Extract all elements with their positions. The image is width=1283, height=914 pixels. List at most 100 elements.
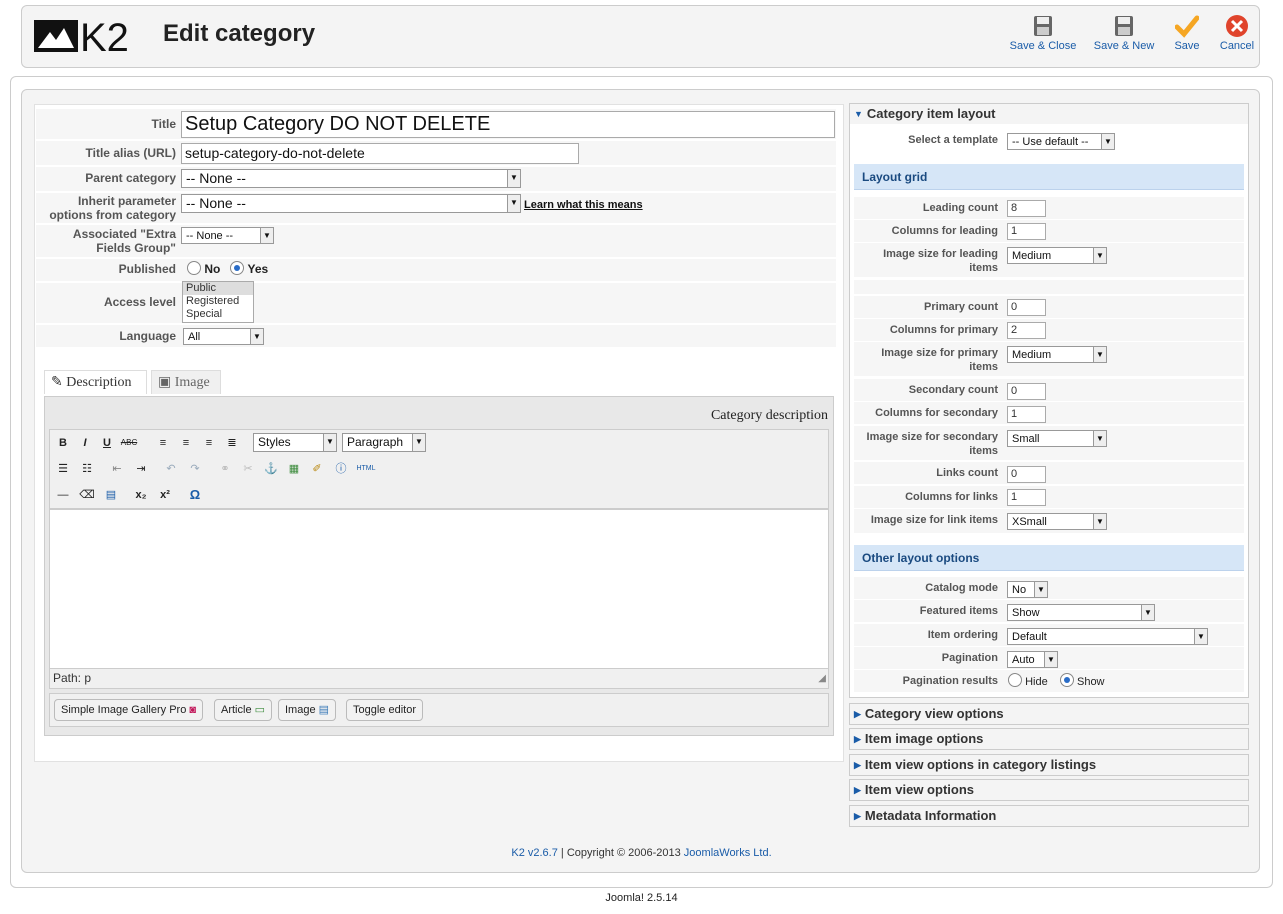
styles-select-value: Styles: [258, 435, 291, 449]
sigpro-button[interactable]: Simple Image Gallery Pro ◙: [54, 699, 204, 721]
insert-image-icon[interactable]: ▦: [285, 460, 303, 478]
unlink-icon[interactable]: ✂: [239, 460, 257, 478]
editor-content-area[interactable]: [49, 509, 829, 669]
styles-select[interactable]: Styles ▼: [253, 433, 337, 452]
redo-icon[interactable]: ↷: [186, 460, 204, 478]
cancel-button[interactable]: Cancel: [1197, 14, 1277, 64]
category-item-layout-header[interactable]: ▼ Category item layout: [849, 103, 1249, 125]
checkmark-icon: [1175, 15, 1199, 38]
parent-select[interactable]: -- None -- ▼: [181, 169, 521, 188]
cleanup-icon[interactable]: ✐: [308, 460, 326, 478]
item-view-listings-header[interactable]: ▶ Item view options in category listings: [849, 754, 1249, 776]
img-secondary-select[interactable]: Small ▼: [1007, 430, 1107, 447]
published-no-label: No: [204, 262, 221, 276]
leading-count-input[interactable]: 8: [1007, 200, 1046, 217]
help-icon[interactable]: ⓘ: [332, 460, 350, 478]
item-image-options-header[interactable]: ▶ Item image options: [849, 728, 1249, 750]
pag-hide-radio[interactable]: [1008, 673, 1022, 687]
item-layout-label: Category item layout: [866, 106, 996, 121]
ordering-select[interactable]: Default ▼: [1007, 628, 1208, 645]
access-option-registered[interactable]: Registered: [183, 295, 253, 308]
img-links-select[interactable]: XSmall ▼: [1007, 513, 1107, 530]
img-links-label: Image size for link items: [870, 514, 998, 526]
k2-version-link[interactable]: K2 v2.6.7: [511, 847, 557, 859]
extra-label-line1: Associated "Extra: [72, 227, 176, 241]
article-button[interactable]: Article ▭: [214, 699, 273, 721]
align-justify-icon[interactable]: ≣: [223, 434, 241, 452]
catalog-select[interactable]: No ▼: [1007, 581, 1048, 598]
language-select[interactable]: All ▼: [183, 328, 264, 345]
template-select[interactable]: -- Use default -- ▼: [1007, 133, 1115, 150]
img-leading-select[interactable]: Medium ▼: [1007, 247, 1107, 264]
paragraph-select-value: Paragraph: [347, 435, 404, 449]
image-button[interactable]: Image ▤: [278, 699, 337, 721]
ordering-label: Item ordering: [927, 629, 998, 641]
featured-select[interactable]: Show ▼: [1007, 604, 1155, 621]
title-input[interactable]: Setup Category DO NOT DELETE: [181, 111, 835, 138]
chevron-down-icon: ▼: [507, 195, 520, 212]
tab-description-label: Description: [66, 375, 132, 390]
align-center-icon[interactable]: ≡: [177, 434, 195, 452]
joomlaworks-link[interactable]: JoomlaWorks Ltd.: [684, 847, 772, 859]
pagination-select[interactable]: Auto ▼: [1007, 651, 1058, 668]
img-secondary-label-line1: Image size for secondary: [866, 431, 998, 443]
resize-handle-icon[interactable]: ◢: [818, 670, 826, 688]
img-primary-select[interactable]: Medium ▼: [1007, 346, 1107, 363]
align-left-icon[interactable]: ≡: [154, 434, 172, 452]
save-close-button[interactable]: Save & Close: [1003, 14, 1083, 64]
bold-icon[interactable]: B: [54, 434, 72, 452]
html-icon[interactable]: HTML: [353, 460, 379, 478]
inherit-select[interactable]: -- None -- ▼: [181, 194, 521, 213]
undo-icon[interactable]: ↶: [162, 460, 180, 478]
anchor-icon[interactable]: ⚓: [262, 460, 280, 478]
columns-links-input[interactable]: 1: [1007, 489, 1046, 506]
alias-input[interactable]: setup-category-do-not-delete: [181, 143, 579, 164]
published-no-radio[interactable]: [187, 261, 201, 275]
pag-show-radio[interactable]: [1059, 673, 1074, 687]
table-icon[interactable]: ▤: [102, 486, 120, 504]
remove-format-icon[interactable]: ⌫: [78, 486, 96, 504]
underline-icon[interactable]: U: [98, 434, 116, 452]
save-close-label: Save & Close: [1009, 40, 1077, 52]
learn-more-link[interactable]: Learn what this means: [524, 199, 643, 211]
columns-leading-input[interactable]: 1: [1007, 223, 1046, 240]
columns-secondary-input[interactable]: 1: [1007, 406, 1046, 423]
extra-fields-select[interactable]: -- None -- ▼: [181, 227, 274, 244]
chevron-down-icon: ▼: [323, 434, 336, 451]
item-view-options-header[interactable]: ▶ Item view options: [849, 779, 1249, 801]
chevron-down-icon: ▼: [1093, 248, 1106, 263]
strikethrough-icon[interactable]: ABC: [120, 434, 138, 452]
access-option-public[interactable]: Public: [183, 282, 253, 295]
horizontal-rule-icon[interactable]: —: [54, 486, 72, 504]
align-right-icon[interactable]: ≡: [200, 434, 218, 452]
extra-fields-label: Associated "Extra Fields Group": [73, 227, 176, 255]
category-view-options-header[interactable]: ▶ Category view options: [849, 703, 1249, 725]
indent-icon[interactable]: ⇥: [132, 460, 150, 478]
columns-primary-row: Columns for primary: [854, 319, 1244, 342]
bullet-list-icon[interactable]: ☰: [54, 460, 72, 478]
toggle-editor-button[interactable]: Toggle editor: [346, 699, 423, 721]
access-listbox[interactable]: Public Registered Special: [182, 281, 254, 323]
columns-secondary-label: Columns for secondary: [875, 407, 998, 419]
numbered-list-icon[interactable]: ☷: [78, 460, 96, 478]
link-icon[interactable]: ⚭: [216, 460, 234, 478]
special-char-icon[interactable]: Ω: [186, 486, 204, 504]
subscript-icon[interactable]: x₂: [132, 486, 150, 504]
extra-fields-row: Associated "Extra Fields Group": [36, 225, 836, 258]
paragraph-select[interactable]: Paragraph ▼: [342, 433, 426, 452]
superscript-icon[interactable]: x²: [156, 486, 174, 504]
secondary-count-input[interactable]: 0: [1007, 383, 1046, 400]
leading-count-row: Leading count: [854, 197, 1244, 220]
primary-count-input[interactable]: 0: [1007, 299, 1046, 316]
access-option-special[interactable]: Special: [183, 308, 253, 321]
columns-primary-input[interactable]: 2: [1007, 322, 1046, 339]
italic-icon[interactable]: I: [76, 434, 94, 452]
metadata-header[interactable]: ▶ Metadata Information: [849, 805, 1249, 827]
links-count-input[interactable]: 0: [1007, 466, 1046, 483]
tab-image[interactable]: ▣ Image: [151, 370, 221, 394]
outdent-icon[interactable]: ⇤: [108, 460, 126, 478]
published-yes-radio[interactable]: [230, 261, 245, 275]
article-label: Article: [221, 704, 252, 716]
tab-description[interactable]: ✎ Description: [44, 370, 147, 394]
inherit-label-line2: options from category: [49, 208, 176, 222]
